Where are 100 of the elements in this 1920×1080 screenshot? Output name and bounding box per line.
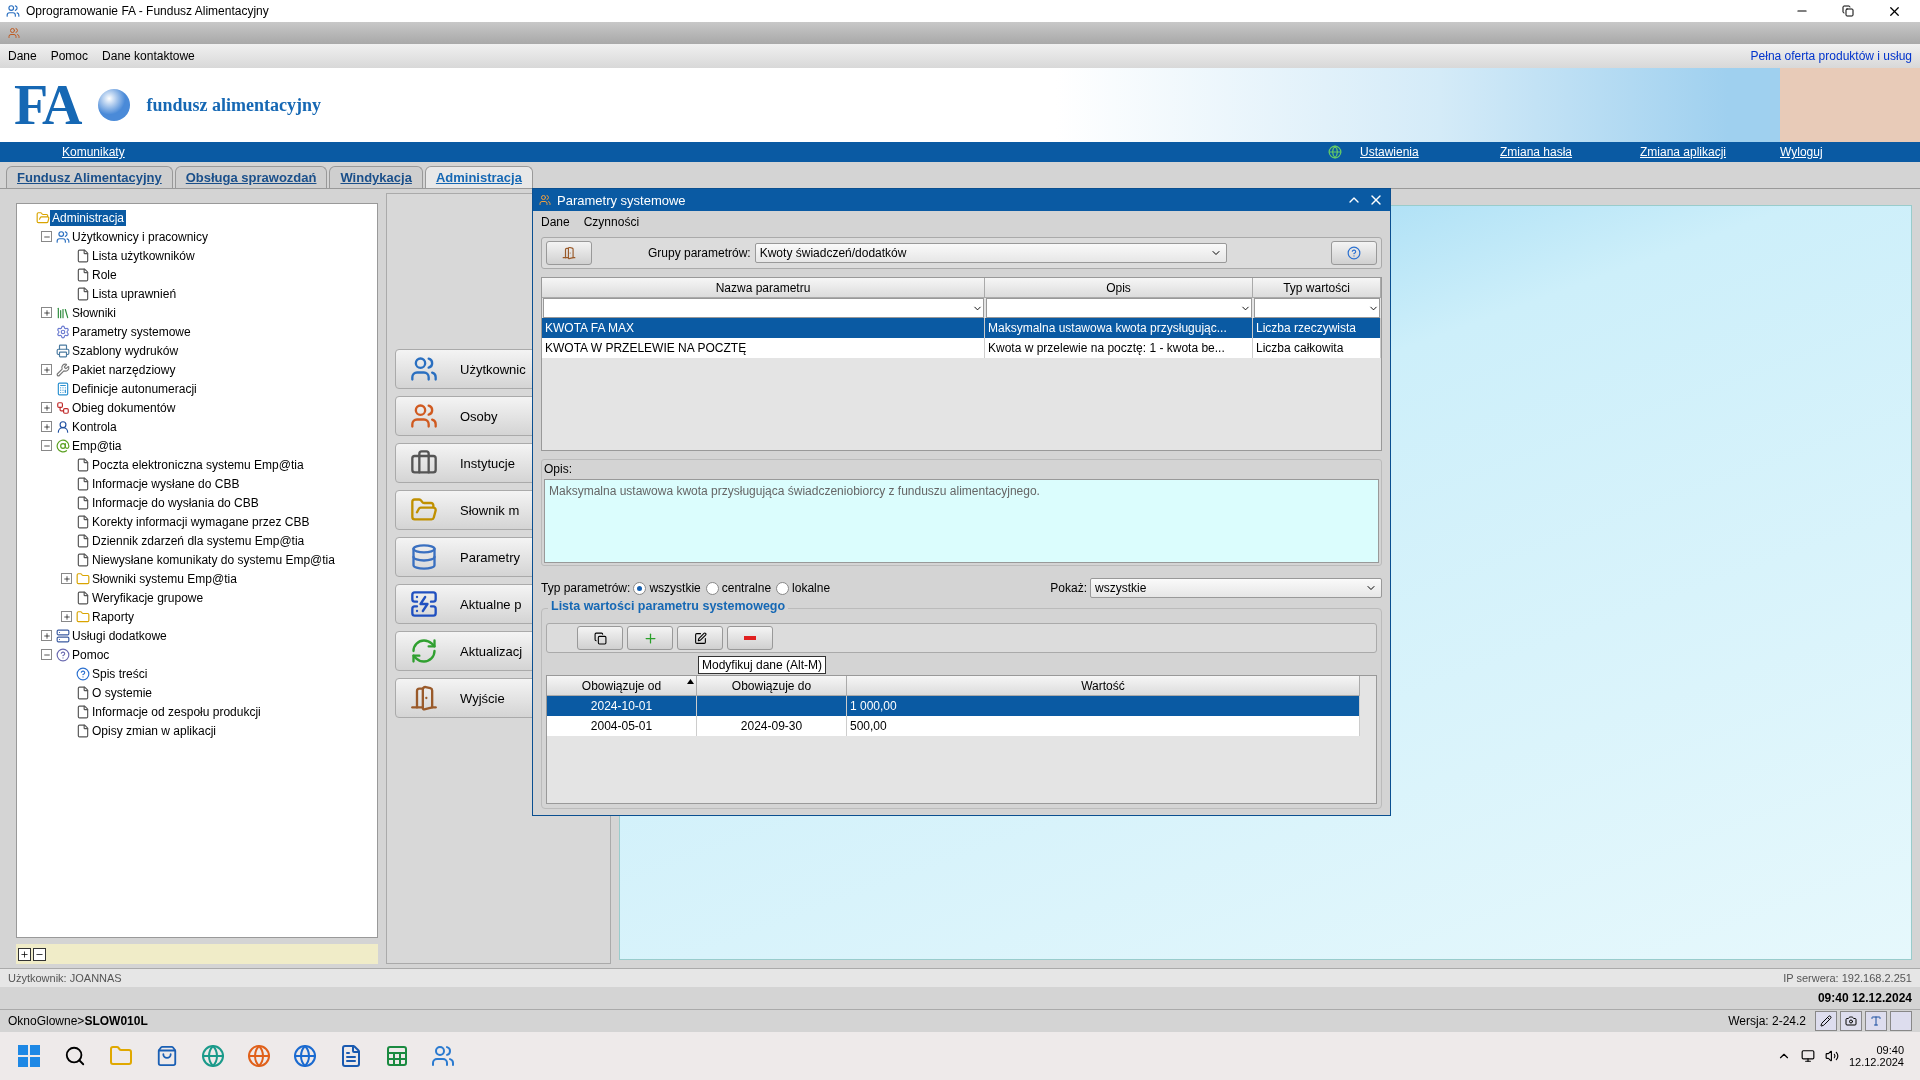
browser-icon[interactable]: [293, 1044, 317, 1068]
table-cell[interactable]: 1 000,00: [847, 696, 1360, 716]
search-icon[interactable]: [64, 1045, 86, 1067]
radio-option[interactable]: centralne: [705, 581, 772, 595]
browser-icon[interactable]: [201, 1044, 225, 1068]
speaker-icon[interactable]: [1824, 1049, 1839, 1063]
tree-item[interactable]: Role: [90, 266, 119, 283]
table-cell[interactable]: [697, 696, 847, 716]
group-select[interactable]: Kwoty świadczeń/dodatków: [754, 243, 1227, 263]
tab[interactable]: Obsługa sprawozdań: [174, 166, 328, 188]
tree-item[interactable]: Weryfikacje grupowe: [90, 589, 206, 606]
pencil-button[interactable]: [1815, 1011, 1837, 1031]
menu-item[interactable]: Dane kontaktowe: [102, 49, 195, 63]
exit-button[interactable]: [546, 241, 592, 265]
table-cell[interactable]: Liczba całkowita: [1253, 338, 1381, 358]
tree-item[interactable]: Parametry systemowe: [70, 323, 193, 340]
copy-button[interactable]: [577, 626, 623, 650]
clock-date[interactable]: 12.12.2024: [1848, 1056, 1904, 1068]
tree-item[interactable]: Niewysłane komunikaty do systemu Emp@tia: [90, 551, 337, 568]
expand-icon[interactable]: [61, 573, 72, 584]
column-header[interactable]: Obowiązuje od: [547, 676, 697, 696]
table-cell[interactable]: KWOTA W PRZELEWIE NA POCZTĘ: [542, 338, 985, 358]
expand-icon[interactable]: [41, 307, 52, 318]
tree-item[interactable]: Kontrola: [70, 418, 119, 435]
tab[interactable]: Fundusz Alimentacyjny: [6, 166, 173, 188]
table-cell[interactable]: 2024-09-30: [697, 716, 847, 736]
tree-item[interactable]: Poczta elektroniczna systemu Emp@tia: [90, 456, 306, 473]
clock-time[interactable]: 09:40: [1876, 1044, 1904, 1056]
tree-item[interactable]: Usługi dodatkowe: [70, 627, 169, 644]
tree-item[interactable]: Opisy zmian w aplikacji: [90, 722, 219, 739]
filter-field[interactable]: [986, 298, 1252, 318]
tree-item[interactable]: Lista uprawnień: [90, 285, 179, 302]
tree-item[interactable]: Informacje od zespołu produkcji: [90, 703, 263, 720]
tree-item[interactable]: Raporty: [90, 608, 137, 625]
windows-logo-icon[interactable]: [18, 1045, 40, 1067]
nav-link[interactable]: Zmiana aplikacji: [1640, 145, 1780, 159]
tree-item[interactable]: Informacje do wysłania do CBB: [90, 494, 261, 511]
tab[interactable]: Windykacja: [329, 166, 423, 188]
show-select[interactable]: wszystkie: [1090, 578, 1382, 598]
menu-item[interactable]: Dane: [8, 49, 37, 63]
filter-field[interactable]: [1254, 298, 1380, 318]
collapse-icon[interactable]: [41, 440, 52, 451]
tree-item[interactable]: Pakiet narzędziowy: [70, 361, 178, 378]
nav-link[interactable]: Ustawienia: [1360, 145, 1500, 159]
tree-item[interactable]: Użytkownicy i pracownicy: [70, 228, 211, 245]
menu-item[interactable]: Czynności: [583, 215, 640, 229]
store-icon[interactable]: [156, 1045, 178, 1067]
tree-item[interactable]: Dziennik zdarzeń dla systemu Emp@tia: [90, 532, 307, 549]
expand-icon[interactable]: [41, 421, 52, 432]
collapse-all-button[interactable]: [33, 947, 46, 961]
column-header[interactable]: Obowiązuje do: [697, 676, 847, 696]
table-cell[interactable]: 2004-05-01: [547, 716, 697, 736]
table-cell[interactable]: 500,00: [847, 716, 1360, 736]
camera-button[interactable]: [1840, 1011, 1862, 1031]
tab[interactable]: Administracja: [424, 166, 533, 188]
document-icon[interactable]: [339, 1044, 363, 1068]
blank-button[interactable]: [1890, 1011, 1912, 1031]
tree-item[interactable]: Słowniki: [70, 304, 118, 321]
monitor-icon[interactable]: [1800, 1049, 1815, 1063]
restore-icon[interactable]: [1842, 5, 1854, 17]
browser-icon[interactable]: [247, 1044, 271, 1068]
table-cell[interactable]: Maksymalna ustawowa kwota przysługując...: [985, 318, 1253, 338]
radio-icon[interactable]: [633, 581, 647, 595]
filter-field[interactable]: [543, 298, 984, 318]
users-icon[interactable]: [431, 1044, 455, 1068]
tree-item[interactable]: Lista użytkowników: [90, 247, 197, 264]
table-cell[interactable]: 2024-10-01: [547, 696, 697, 716]
collapse-icon[interactable]: [41, 649, 52, 660]
nav-link[interactable]: Wyloguj: [1780, 145, 1920, 159]
help-button[interactable]: [1331, 241, 1377, 265]
offer-link[interactable]: Pełna oferta produktów i usług: [1750, 49, 1912, 63]
radio-icon[interactable]: [705, 581, 719, 595]
description-field[interactable]: Maksymalna ustawowa kwota przysługująca świadczeniobiorcy z funduszu alimentacyjnego.: [544, 479, 1379, 563]
table-cell[interactable]: Liczba rzeczywista: [1253, 318, 1381, 338]
expand-icon[interactable]: [61, 611, 72, 622]
tree-item[interactable]: Definicje autonumeracji: [70, 380, 199, 397]
tree-item[interactable]: Słowniki systemu Emp@tia: [90, 570, 239, 587]
column-header[interactable]: Wartość: [847, 676, 1360, 696]
tree-item[interactable]: Pomoc: [70, 646, 112, 663]
expand-icon[interactable]: [41, 630, 52, 641]
table-cell[interactable]: KWOTA FA MAX: [542, 318, 985, 338]
app-icon[interactable]: [8, 27, 20, 39]
tree-item[interactable]: Korekty informacji wymagane przez CBB: [90, 513, 312, 530]
tree-item[interactable]: O systemie: [90, 684, 154, 701]
tree-item[interactable]: Szablony wydruków: [70, 342, 181, 359]
tree-item[interactable]: Emp@tia: [70, 437, 124, 454]
expand-icon[interactable]: [41, 402, 52, 413]
spreadsheet-icon[interactable]: [385, 1044, 409, 1068]
edit-button[interactable]: [677, 626, 723, 650]
radio-option[interactable]: lokalne: [776, 581, 831, 595]
nav-link[interactable]: Zmiana hasła: [1500, 145, 1640, 159]
menu-item[interactable]: Pomoc: [50, 49, 89, 63]
column-header[interactable]: Opis: [985, 278, 1253, 298]
tree-item[interactable]: Obieg dokumentów: [70, 399, 178, 416]
expand-icon[interactable]: [41, 364, 52, 375]
table-cell[interactable]: Kwota w przelewie na pocztę: 1 - kwota be...: [985, 338, 1253, 358]
column-header[interactable]: Nazwa parametru: [542, 278, 985, 298]
menu-item[interactable]: Dane: [541, 215, 570, 229]
tree-item[interactable]: Informacje wysłane do CBB: [90, 475, 242, 492]
radio-option[interactable]: wszystkie: [633, 581, 701, 595]
